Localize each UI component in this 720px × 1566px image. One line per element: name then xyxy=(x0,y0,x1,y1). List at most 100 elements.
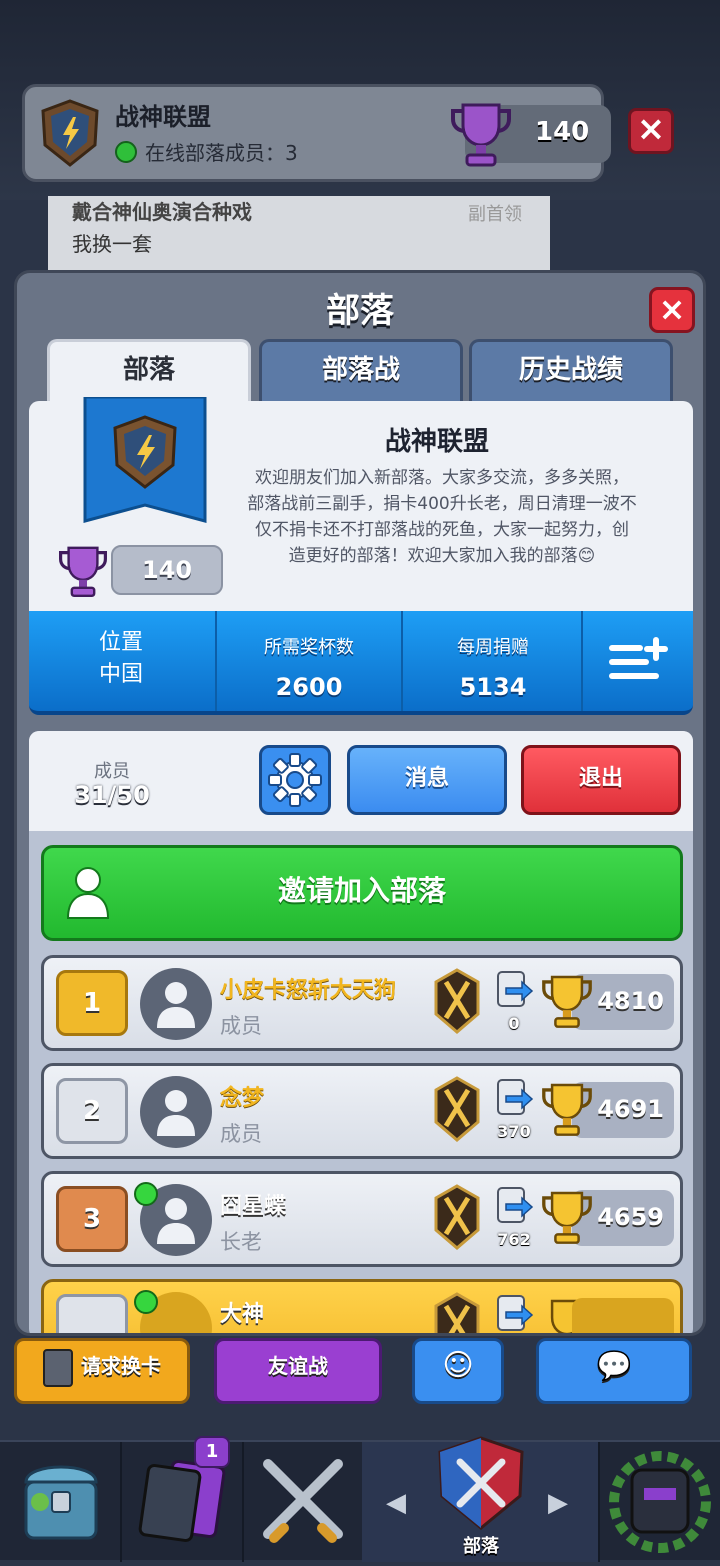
member-row[interactable]: 1 小皮卡怒斩大天狗 成员 0 4810 xyxy=(41,955,683,1051)
member-rank xyxy=(56,1294,128,1333)
member-row[interactable]: 2 念梦 成员 370 4691 xyxy=(41,1063,683,1159)
stat-required-label: 所需奖杯数 xyxy=(264,637,354,658)
trophy-icon xyxy=(542,1191,592,1244)
person-icon xyxy=(66,867,110,919)
member-trophies xyxy=(572,1298,674,1333)
member-row[interactable]: 大神 xyxy=(41,1279,683,1333)
stat-weekly-donations: 每周捐赠 5134 xyxy=(403,611,583,711)
modal-title: 部落 xyxy=(326,291,394,331)
nav-battle[interactable] xyxy=(244,1442,362,1562)
trophy-icon xyxy=(451,103,511,167)
clan-header-trophy-value: 140 xyxy=(535,117,590,147)
online-status-icon xyxy=(134,1182,158,1206)
settings-button[interactable] xyxy=(259,745,331,815)
member-donations: 0 xyxy=(508,1014,520,1033)
smile-icon: ☺ xyxy=(442,1348,474,1383)
tab-clan-war[interactable]: 部落战 xyxy=(259,339,463,403)
invite-label: 邀请加入部落 xyxy=(277,874,446,907)
members-panel: 成员 31/50 消息 退出 邀请加入部落 1 小皮卡怒斩大天狗 成员 0 48… xyxy=(29,731,693,1333)
trophy-icon xyxy=(542,1083,592,1136)
member-name: 大神 xyxy=(220,1302,265,1327)
gear-icon xyxy=(268,753,322,807)
online-dot-icon xyxy=(115,140,137,163)
member-role: 成员 xyxy=(220,1122,262,1146)
crossed-swords-icon xyxy=(434,1076,480,1142)
friendly-battle-label: 友谊战 xyxy=(268,1354,328,1378)
chat-text-1: 戴合神仙奥演合种戏 xyxy=(72,200,252,224)
member-role: 成员 xyxy=(220,1014,262,1038)
quit-button[interactable]: 退出 xyxy=(521,745,681,815)
laurel-helmet-icon xyxy=(609,1451,711,1553)
divider xyxy=(581,611,583,711)
clan-trophies: 140 xyxy=(111,545,223,595)
chat-text-2: 我换一套 xyxy=(72,232,152,256)
trophy-icon xyxy=(59,546,107,597)
list-add-icon[interactable] xyxy=(609,637,673,685)
card-icon xyxy=(43,1348,73,1387)
chest-icon xyxy=(24,1465,98,1540)
chat-role: 副首领 xyxy=(468,204,522,225)
avatar xyxy=(140,1076,212,1148)
member-name: 囧星蝶 xyxy=(220,1194,287,1219)
crossed-swords-icon xyxy=(434,968,480,1034)
tab-clan[interactable]: 部落 xyxy=(47,339,251,403)
request-cards-button[interactable]: 请求换卡 xyxy=(14,1338,190,1404)
chat-button[interactable]: 💬 xyxy=(536,1338,692,1404)
invite-button[interactable]: 邀请加入部落 xyxy=(41,845,683,941)
chevron-right-icon[interactable]: ▶ xyxy=(548,1488,568,1518)
person-icon xyxy=(157,1198,195,1244)
crossed-swords-icon xyxy=(434,1292,480,1333)
chat-message: 戴合神仙奥演合种戏 副首领 我换一套 xyxy=(48,196,550,276)
member-rank: 3 xyxy=(56,1186,128,1252)
clan-info-card: 140 战神联盟 欢迎朋友们加入新部落。大家多交流，多多关照，部落战前三副手，捐… xyxy=(29,397,693,611)
members-count: 31/50 xyxy=(74,781,150,809)
nav-events[interactable] xyxy=(600,1442,720,1562)
trophy-icon xyxy=(542,975,592,1028)
member-donations: 370 xyxy=(497,1122,531,1141)
clan-badge-icon xyxy=(41,99,99,167)
stat-weekly-value: 5134 xyxy=(459,673,527,701)
member-donations: 762 xyxy=(497,1230,531,1249)
member-row[interactable]: 3 囧星蝶 长老 762 4659 xyxy=(41,1171,683,1267)
card-donate-icon xyxy=(497,1079,534,1115)
card-donate-icon xyxy=(497,1295,534,1331)
chat-bubble-icon: 💬 xyxy=(596,1349,632,1382)
cards-badge: 1 xyxy=(194,1436,230,1468)
message-button[interactable]: 消息 xyxy=(347,745,507,815)
clan-header: 战神联盟 在线部落成员：3 140 xyxy=(22,84,611,182)
friendly-battle-button[interactable]: 友谊战 xyxy=(214,1338,382,1404)
clan-banner-icon xyxy=(83,397,207,523)
clan-name: 战神联盟 xyxy=(384,427,489,457)
close-icon[interactable]: × xyxy=(649,287,695,333)
member-name: 念梦 xyxy=(220,1086,265,1111)
online-status-icon xyxy=(134,1290,158,1314)
tab-war-history[interactable]: 历史战绩 xyxy=(469,339,673,403)
chevron-left-icon[interactable]: ◀ xyxy=(386,1488,406,1518)
clan-modal: 部落 × 部落 部落战 历史战绩 140 战神联盟 欢迎朋友们加入新部落。大家多… xyxy=(14,270,706,1336)
clan-description: 欢迎朋友们加入新部落。大家多交流，多多关照，部落战前三副手，捐卡400升长老，周… xyxy=(247,468,637,566)
emote-button[interactable]: ☺ xyxy=(412,1338,504,1404)
stat-weekly-label: 每周捐赠 xyxy=(457,637,529,658)
clan-header-name: 战神联盟 xyxy=(115,103,211,131)
person-icon xyxy=(157,1090,195,1136)
members-label: 成员 xyxy=(94,761,130,782)
stat-location: 位置 中国 xyxy=(29,611,213,711)
online-label: 在线部落成员：3 xyxy=(145,141,298,165)
bottom-nav: ◀ ▶ 部落 xyxy=(0,1436,720,1562)
members-header: 成员 31/50 消息 退出 xyxy=(29,731,693,831)
card-donate-icon xyxy=(497,971,534,1007)
stat-required-value: 2600 xyxy=(275,673,343,701)
member-role: 长老 xyxy=(220,1230,262,1254)
member-rank: 2 xyxy=(56,1078,128,1144)
nav-clan-label: 部落 xyxy=(463,1536,499,1557)
stat-required-trophies: 所需奖杯数 2600 xyxy=(217,611,401,711)
online-members: 在线部落成员：3 xyxy=(115,137,298,166)
person-icon xyxy=(157,982,195,1028)
member-rank: 1 xyxy=(56,970,128,1036)
crossed-swords-icon xyxy=(434,1184,480,1250)
nav-shop[interactable] xyxy=(0,1442,118,1562)
clan-stats-bar: 位置 中国 所需奖杯数 2600 每周捐赠 5134 xyxy=(29,611,693,715)
stat-location-label: 位置 xyxy=(98,630,143,655)
stat-location-value: 中国 xyxy=(98,662,143,687)
background-close-icon[interactable]: × xyxy=(628,108,674,154)
